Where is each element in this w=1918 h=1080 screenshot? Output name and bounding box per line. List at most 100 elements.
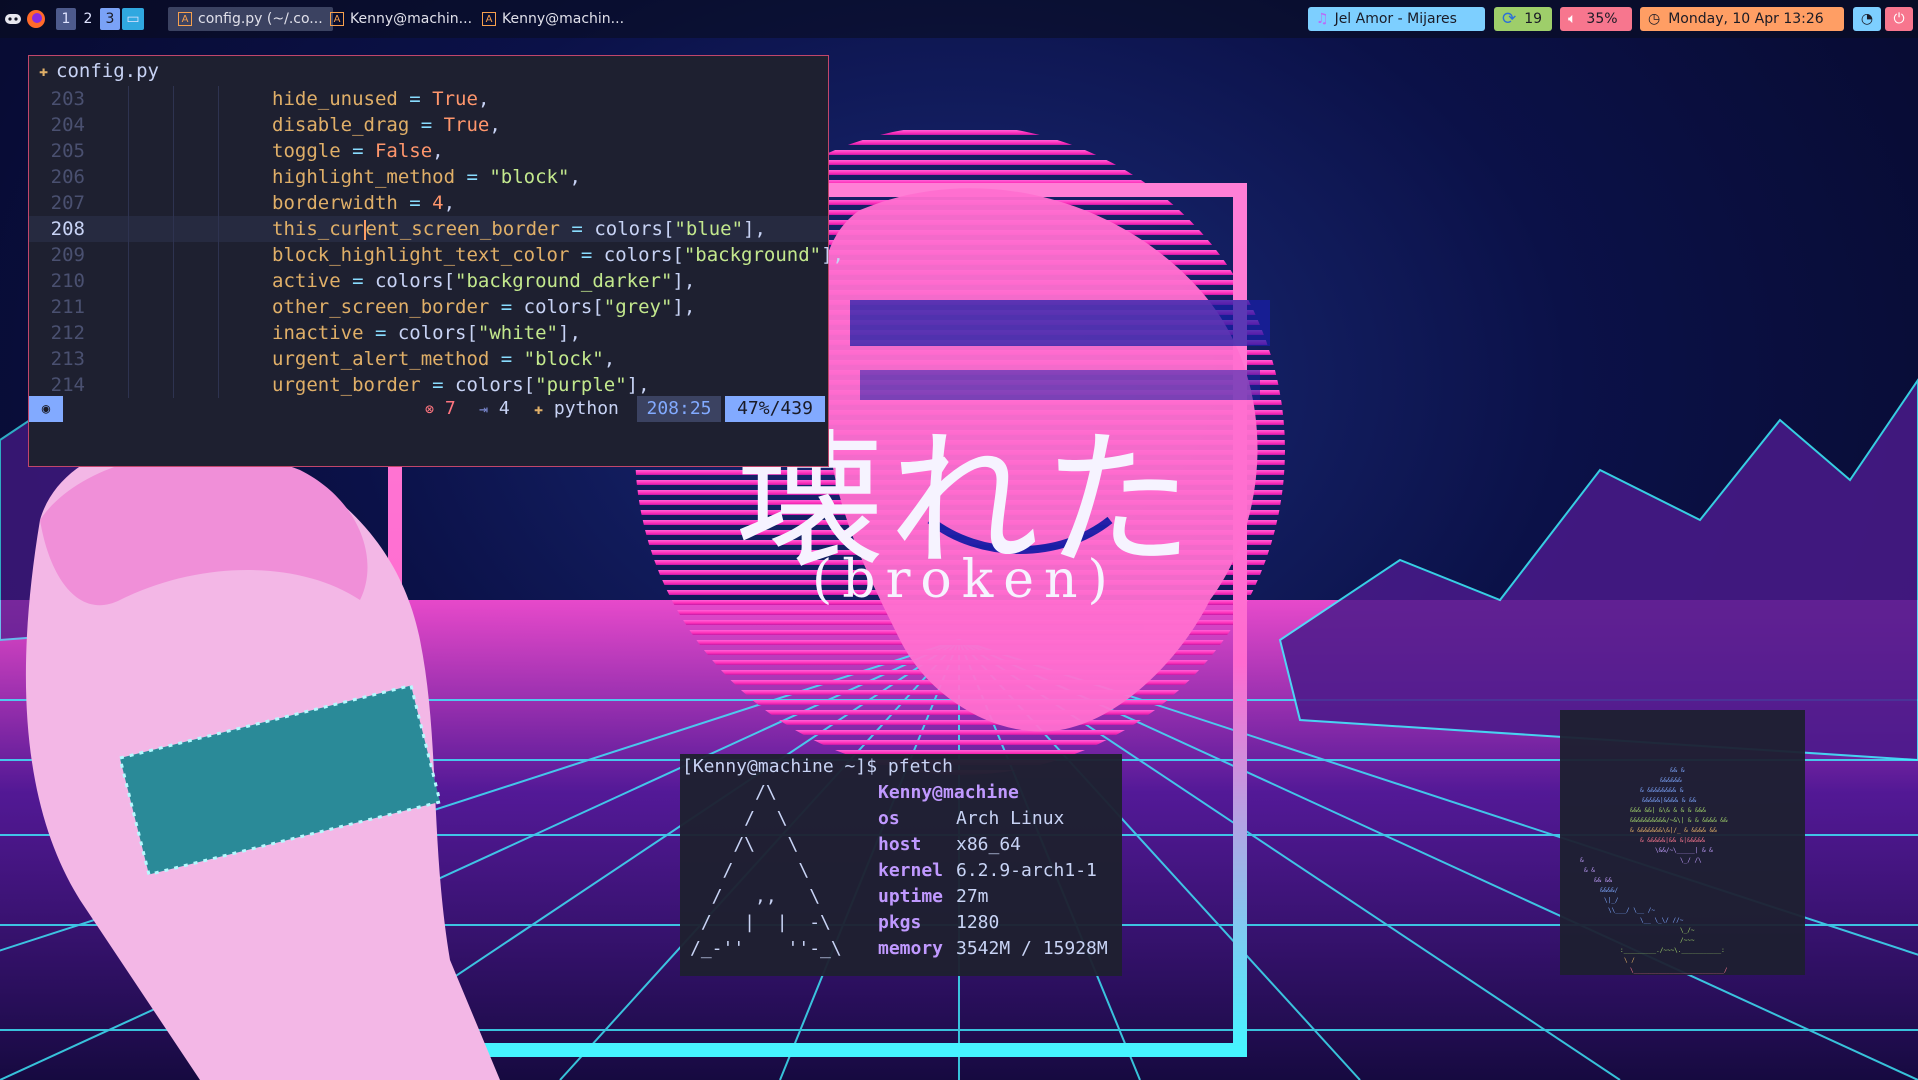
line-number: 209	[50, 244, 85, 266]
code-token: =	[489, 348, 524, 370]
volume-level: 35%	[1586, 11, 1618, 27]
indent-guide	[173, 216, 174, 242]
code-token: True	[432, 88, 478, 110]
indent-guide	[218, 320, 219, 346]
wallpaper-subtitle: (broken)	[812, 550, 1118, 610]
clock-widget[interactable]: ◷ Monday, 10 Apr 13:26	[1640, 7, 1844, 31]
editor-filename: config.py	[56, 60, 159, 82]
ascii-art-terminal[interactable]: && & &&&&&& & &&&&&&&& & &&&&&|&&&& & &&…	[1560, 710, 1805, 975]
svg-text:\ /: \ /	[1624, 957, 1635, 964]
svg-text:& &&&&&&&\&|/_ & &&&& &&: & &&&&&&&\&|/_ & &&&& &&	[1630, 827, 1717, 834]
mode-icon: ◉	[29, 396, 63, 422]
indent-guide	[218, 86, 219, 112]
code-token: =	[559, 218, 595, 240]
terminal-window[interactable]: [Kenny@machine ~]$ pfetch /\ / \ /\ \ / …	[680, 754, 1122, 976]
info-value: 27m	[956, 886, 989, 907]
editor-window[interactable]: ✚ config.py 203 hide_unused = True, 204 dis…	[28, 55, 844, 467]
code-line[interactable]: 212 inactive = colors["white"],	[29, 320, 828, 346]
indent-guide	[173, 294, 174, 320]
indent-guide	[218, 346, 219, 372]
code-token: =	[569, 244, 604, 266]
line-number: 214	[50, 374, 85, 396]
code-line[interactable]: 206 highlight_method = "block",	[29, 164, 828, 190]
workspace-2[interactable]: 2	[78, 8, 98, 30]
code-line[interactable]: 205 toggle = False,	[29, 138, 828, 164]
svg-text:&&&&&&: &&&&&&	[1660, 777, 1682, 784]
svg-text:&&&&/: &&&&/	[1600, 887, 1618, 894]
svg-text:& &&&&&|&& &|&&&&&: & &&&&&|&& &|&&&&&	[1640, 837, 1705, 844]
code-line[interactable]: 210 active = colors["background_darker"],	[29, 268, 828, 294]
error-icon: ⊗	[425, 400, 435, 418]
code-line[interactable]: 209 block_highlight_text_color = colors["…	[29, 242, 844, 268]
scroll-percent: 47%/439	[725, 396, 825, 422]
logo-line: /_-'' ''-_\	[690, 938, 842, 959]
code-token: =	[340, 270, 375, 292]
code-token: "purple"	[535, 374, 627, 396]
code-line[interactable]: 207 borderwidth = 4,	[29, 190, 828, 216]
error-count: ⊗ 7	[425, 398, 456, 419]
svg-text:\_/~: \_/~	[1680, 927, 1695, 934]
code-token: "block"	[523, 348, 604, 370]
line-number: 206	[50, 166, 85, 188]
indent-guide	[218, 112, 219, 138]
code-line[interactable]: 204 disable_drag = True,	[29, 112, 828, 138]
task-terminal-2[interactable]: A Kenny@machin...	[472, 7, 634, 31]
indent-guide	[128, 164, 129, 190]
now-playing: Jel Amor - Mijares	[1334, 11, 1457, 27]
indent-guide	[173, 138, 174, 164]
code-token: colors[	[397, 322, 478, 344]
workspace-3[interactable]: 3	[100, 8, 120, 30]
code-line[interactable]: 208 this_cur ent_screen_border = colors["b…	[29, 216, 828, 242]
svg-text:&&&&&&&&&&/~&\| & & &&&& &&: &&&&&&&&&&/~&\| & & &&&& &&	[1630, 817, 1728, 824]
editor-tab[interactable]: ✚ config.py	[29, 56, 828, 86]
info-value: x86_64	[956, 834, 1022, 855]
power-icon[interactable]: ⏻	[1885, 7, 1913, 31]
indent-guide	[173, 242, 174, 268]
music-note-icon: ♫	[1316, 11, 1329, 27]
code-token: ,	[569, 166, 581, 188]
code-line[interactable]: 203 hide_unused = True,	[29, 86, 828, 112]
code-token: borderwidth	[272, 192, 398, 214]
line-number: 210	[50, 270, 85, 292]
indent-guide	[128, 216, 129, 242]
code-token: ,	[477, 88, 490, 110]
task-terminal-1[interactable]: A Kenny@machin...	[320, 7, 482, 31]
volume-widget[interactable]: 🔈︎ 35%	[1560, 7, 1632, 31]
code-line[interactable]: 211 other_screen_border = colors["grey"],	[29, 294, 828, 320]
firefox-icon[interactable]	[26, 7, 46, 31]
svg-text:&: &	[1580, 857, 1584, 864]
code-token: ],	[626, 374, 650, 396]
session-icon[interactable]: ◔	[1853, 7, 1881, 31]
music-widget[interactable]: ♫ Jel Amor - Mijares	[1308, 7, 1485, 31]
code-token: ,	[603, 348, 616, 370]
window-layout-icon[interactable]: ▭	[122, 8, 144, 30]
ascii-art-graphic: && & &&&&&& & &&&&&&&& & &&&&&|&&&& & &&…	[1580, 767, 1728, 974]
code-token: colors[	[594, 218, 675, 240]
code-token: block_highlight_text_color	[272, 244, 570, 266]
code-token: ,	[443, 192, 456, 214]
indent-guide	[128, 190, 129, 216]
top-bar: 1 2 3 ▭ A config.py (~/.co... A Kenny@ma…	[0, 0, 1918, 38]
code-line[interactable]: 214 urgent_border = colors["purple"],	[29, 372, 828, 398]
workspace-1[interactable]: 1	[56, 8, 76, 30]
info-label: os	[878, 808, 900, 829]
indent-guide	[218, 190, 219, 216]
info-value: 3542M / 15928M	[956, 938, 1108, 959]
code-token: =	[363, 322, 398, 344]
line-number: 207	[50, 192, 85, 214]
indent-guide	[128, 112, 129, 138]
code-line[interactable]: 213 urgent_alert_method = "block",	[29, 346, 828, 372]
code-token: colors[	[523, 296, 604, 318]
code-area[interactable]: 203 hide_unused = True, 204 disable_drag = …	[29, 86, 844, 398]
indent-guide	[128, 86, 129, 112]
indent-guide	[173, 112, 174, 138]
code-token: "background"	[683, 244, 822, 266]
indent-guide	[218, 242, 219, 268]
task-config-py[interactable]: A config.py (~/.co...	[168, 7, 333, 31]
clock-icon: ◷	[1648, 11, 1661, 27]
code-token: True	[443, 114, 490, 136]
indent-guide	[218, 268, 219, 294]
updates-widget[interactable]: ⟳ 19	[1494, 7, 1552, 31]
discord-icon[interactable]	[4, 7, 22, 31]
speaker-icon: 🔈︎	[1568, 11, 1577, 27]
